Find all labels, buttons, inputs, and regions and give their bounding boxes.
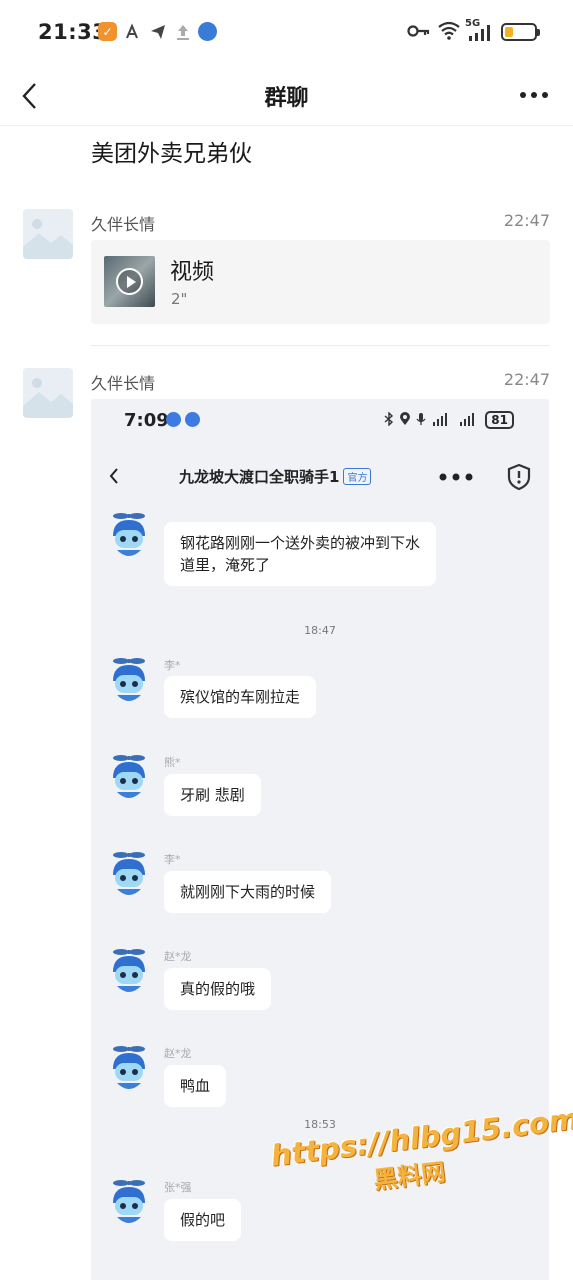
shot-chat-title-text: 九龙坡大渡口全职骑手1 bbox=[179, 468, 340, 486]
robot-avatar-icon bbox=[109, 512, 149, 562]
shot-bubble-line: 殡仪馆的车刚拉走 bbox=[180, 688, 301, 706]
more-button[interactable] bbox=[517, 80, 551, 110]
shot-chat-bubble: 殡仪馆的车刚拉走 bbox=[164, 676, 317, 718]
shot-status-time: 7:09 bbox=[124, 410, 169, 431]
official-badge: 官方 bbox=[343, 468, 372, 485]
robot-avatar-icon bbox=[109, 851, 149, 901]
shot-timestamp: 18:47 bbox=[304, 624, 336, 637]
shot-bubble-line: 牙刷 悲剧 bbox=[180, 786, 245, 804]
shot-chat-bubble: 真的假的哦 bbox=[164, 968, 272, 1010]
message-time: 22:47 bbox=[503, 370, 550, 389]
browser-icon bbox=[198, 22, 217, 41]
robot-avatar-icon bbox=[109, 1045, 149, 1095]
bluetooth-icon bbox=[384, 410, 394, 429]
group-name: 美团外卖兄弟伙 bbox=[91, 141, 252, 167]
sender-name: 久伴长情 bbox=[91, 374, 156, 393]
network-type-label: 5G bbox=[465, 18, 481, 29]
more-horizontal-icon bbox=[520, 92, 548, 98]
shot-bubble-line: 鸭血 bbox=[180, 1077, 211, 1095]
shot-battery: 81 bbox=[485, 411, 514, 429]
chevron-left-icon bbox=[108, 467, 120, 490]
shot-sender-name: 赵*龙 bbox=[164, 950, 192, 963]
shot-sender-name: 张*强 bbox=[164, 1181, 192, 1194]
shot-chat-bubble: 钢花路刚刚一个送外卖的被冲到下水 道里，淹死了 bbox=[164, 522, 437, 586]
shot-bubble-line: 钢花路刚刚一个送外卖的被冲到下水 bbox=[180, 534, 421, 552]
translate-icon bbox=[123, 22, 142, 41]
app-icon bbox=[185, 412, 200, 427]
image-placeholder-icon bbox=[23, 209, 73, 259]
video-thumbnail bbox=[104, 256, 155, 307]
page-title: 群聊 bbox=[264, 86, 309, 111]
signal-icon bbox=[431, 412, 453, 429]
signal-icon bbox=[458, 412, 480, 429]
shield-alert-icon bbox=[507, 463, 531, 491]
location-icon bbox=[399, 411, 411, 429]
image-message[interactable]: 7:09 81 九龙坡大渡口全职骑手1 官方 钢花路刚刚一个送外卖的被冲到下水 … bbox=[91, 399, 549, 1280]
more-horizontal-icon bbox=[438, 463, 474, 487]
notification-icons: ✓ bbox=[98, 22, 217, 41]
avatar[interactable] bbox=[23, 368, 73, 418]
video-title: 视频 bbox=[170, 260, 215, 285]
chat-screen: 21:33 ✓ 5G 群聊 美团外卖兄弟伙 久伴长情 22:47 视频 2" 久… bbox=[0, 0, 573, 1280]
status-time: 21:33 bbox=[38, 20, 108, 44]
shot-sender-name: 赵*龙 bbox=[164, 1047, 192, 1060]
video-duration: 2" bbox=[171, 290, 188, 308]
upload-icon bbox=[173, 22, 192, 41]
shot-sender-name: 李* bbox=[164, 853, 181, 866]
shot-chat-title: 九龙坡大渡口全职骑手1 官方 bbox=[179, 466, 372, 487]
shot-timestamp: 18:53 bbox=[304, 1118, 336, 1131]
battery-icon bbox=[501, 23, 540, 41]
image-placeholder-icon bbox=[23, 368, 73, 418]
shot-sender-name: 李* bbox=[164, 659, 181, 672]
message-divider bbox=[91, 345, 550, 346]
shot-bubble-line: 真的假的哦 bbox=[180, 980, 256, 998]
shot-chat-bubble: 就刚刚下大雨的时候 bbox=[164, 871, 332, 913]
key-icon bbox=[407, 23, 431, 42]
shot-bubble-line: 道里，淹死了 bbox=[180, 556, 271, 574]
shot-bubble-line: 就刚刚下大雨的时候 bbox=[180, 883, 316, 901]
robot-avatar-icon bbox=[109, 657, 149, 707]
shot-system-icons: 81 bbox=[384, 410, 514, 429]
shot-chat-bubble: 假的吧 bbox=[164, 1199, 242, 1241]
shot-sender-name: 熊* bbox=[164, 756, 181, 769]
robot-avatar-icon bbox=[109, 1179, 149, 1229]
shot-chat-bubble: 鸭血 bbox=[164, 1065, 227, 1107]
telegram-icon bbox=[148, 22, 167, 41]
robot-avatar-icon bbox=[109, 754, 149, 804]
shot-bubble-line: 假的吧 bbox=[180, 1211, 226, 1229]
sender-name: 久伴长情 bbox=[91, 215, 156, 234]
app-icon bbox=[166, 412, 181, 427]
wifi-icon bbox=[437, 20, 461, 44]
system-icons: 5G bbox=[407, 18, 540, 44]
signal-icon: 5G bbox=[465, 18, 495, 42]
play-icon bbox=[116, 268, 143, 295]
message-time: 22:47 bbox=[503, 211, 550, 230]
shot-status-icons bbox=[166, 412, 200, 427]
robot-avatar-icon bbox=[109, 948, 149, 998]
app-badge-icon: ✓ bbox=[98, 22, 117, 41]
shot-chat-bubble: 牙刷 悲剧 bbox=[164, 774, 261, 816]
battery-level bbox=[505, 27, 514, 37]
microphone-icon bbox=[416, 412, 426, 429]
video-message-card[interactable]: 视频 2" bbox=[91, 240, 550, 324]
avatar[interactable] bbox=[23, 209, 73, 259]
nav-header: 群聊 bbox=[0, 66, 573, 126]
status-bar: 21:33 ✓ 5G bbox=[0, 0, 573, 66]
